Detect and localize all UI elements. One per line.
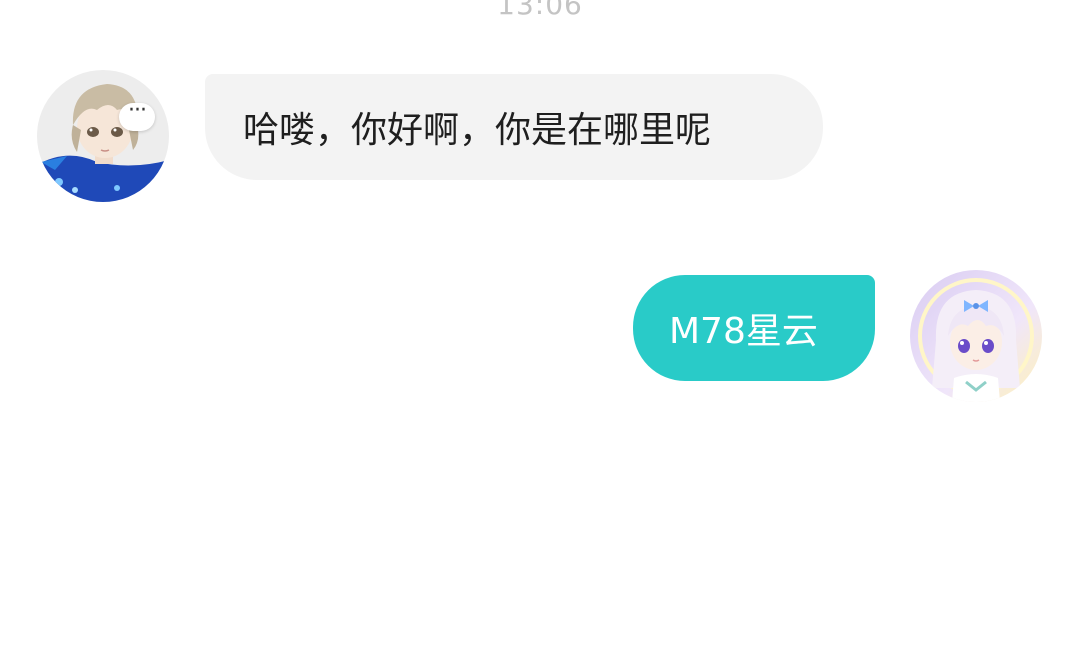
message-timestamp: 13:06 [497, 0, 583, 21]
anime-boy-avatar-icon [37, 70, 169, 202]
incoming-message-text: 哈喽，你好啊，你是在哪里呢 [243, 110, 712, 151]
incoming-message-bubble[interactable]: 哈喽，你好啊，你是在哪里呢 [205, 74, 823, 180]
incoming-message-row: ··· 哈喽，你好啊，你是在哪里呢 [0, 70, 1080, 206]
outgoing-message-bubble[interactable]: M78星云 [633, 275, 875, 381]
contact-avatar[interactable] [37, 70, 169, 202]
outgoing-message-text: M78星云 [669, 311, 818, 352]
anime-girl-avatar-icon [910, 270, 1042, 402]
typing-indicator-badge: ··· [119, 100, 155, 131]
user-avatar[interactable] [910, 270, 1042, 402]
outgoing-message-row: M78星云 [0, 268, 1080, 404]
